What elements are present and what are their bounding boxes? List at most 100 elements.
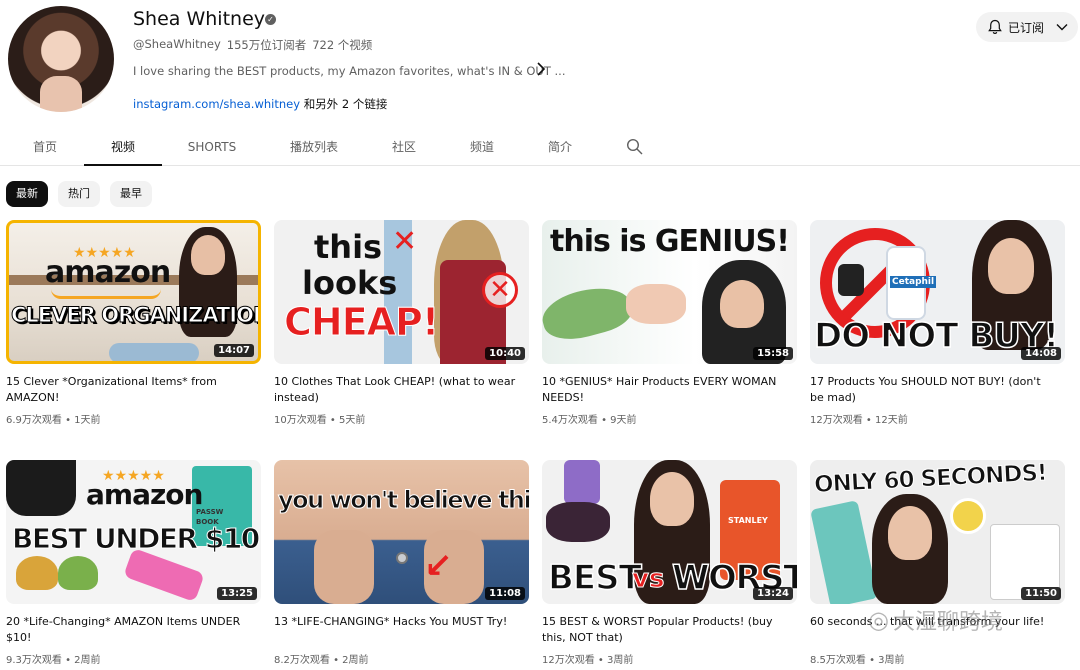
- chip-latest[interactable]: 最新: [6, 181, 48, 207]
- channel-meta: @SheaWhitney 155万位订阅者 722 个视频: [133, 37, 372, 53]
- video-duration: 11:08: [485, 587, 525, 600]
- video-meta: 8.2万次观看 • 2周前: [274, 655, 369, 666]
- watermark: ◎ 大湿聊跨境: [868, 604, 1003, 636]
- video-card[interactable]: ★★★★★ amazon CLEVER ORGANIZATION 14:07 1…: [6, 220, 261, 426]
- view-count: 12万次观看: [810, 415, 863, 426]
- video-title[interactable]: 15 Clever *Organizational Items* from AM…: [6, 374, 251, 406]
- video-thumbnail[interactable]: this is GENIUS! 15:58: [542, 220, 797, 364]
- video-count: 722 个视频: [312, 38, 373, 52]
- video-thumbnail[interactable]: STANLEY BEST vs WORST 13:24: [542, 460, 797, 604]
- video-card[interactable]: Cetaphil DO NOT BUY! 14:08 17 Products Y…: [810, 220, 1065, 426]
- video-duration: 13:24: [753, 587, 793, 600]
- thumbnail-text: amazon: [45, 255, 171, 290]
- search-icon[interactable]: [626, 138, 643, 159]
- channel-name[interactable]: Shea Whitney: [133, 8, 265, 30]
- thumbnail-text: amazon: [86, 478, 203, 511]
- tab-channels[interactable]: 频道: [460, 128, 504, 166]
- bell-icon: [988, 19, 1002, 35]
- view-count: 8.5万次观看: [810, 655, 866, 666]
- channel-avatar[interactable]: [8, 6, 114, 112]
- video-duration: 10:40: [485, 347, 525, 360]
- tab-about[interactable]: 简介: [538, 128, 582, 166]
- subscriber-count: 155万位订阅者: [226, 38, 307, 52]
- video-title[interactable]: 15 BEST & WORST Popular Products! (buy t…: [542, 614, 787, 646]
- tab-playlists[interactable]: 播放列表: [280, 128, 348, 166]
- subscribed-label: 已订阅: [1008, 20, 1045, 35]
- view-count: 5.4万次观看: [542, 415, 598, 426]
- video-title[interactable]: 20 *Life-Changing* AMAZON Items UNDER $1…: [6, 614, 251, 646]
- upload-age: 3周前: [878, 655, 905, 666]
- video-meta: 5.4万次观看 • 9天前: [542, 415, 637, 426]
- thumbnail-text: vs: [631, 564, 665, 595]
- chip-oldest[interactable]: 最早: [110, 181, 152, 207]
- upload-age: 5天前: [339, 415, 366, 426]
- thumbnail-text: BEST: [547, 557, 642, 599]
- thumbnail-text: this: [314, 228, 383, 266]
- channel-links: instagram.com/shea.whitney 和另外 2 个链接: [133, 96, 387, 112]
- upload-age: 2周前: [74, 655, 101, 666]
- upload-age: 3周前: [607, 655, 634, 666]
- wechat-icon: ◎: [868, 606, 889, 634]
- upload-age: 1天前: [74, 415, 101, 426]
- video-card[interactable]: this is GENIUS! 15:58 10 *GENIUS* Hair P…: [542, 220, 797, 426]
- instagram-link[interactable]: instagram.com/shea.whitney: [133, 97, 300, 111]
- tab-home[interactable]: 首页: [22, 128, 68, 166]
- view-count: 8.2万次观看: [274, 655, 330, 666]
- video-meta: 8.5万次观看 • 3周前: [810, 655, 905, 666]
- tab-community[interactable]: 社区: [382, 128, 426, 166]
- channel-description[interactable]: I love sharing the BEST products, my Ama…: [133, 64, 566, 78]
- video-meta: 9.3万次观看 • 2周前: [6, 655, 101, 666]
- chevron-right-icon[interactable]: [536, 62, 546, 80]
- video-duration: 14:08: [1021, 347, 1061, 360]
- thumbnail-text: Cetaphil: [890, 276, 937, 288]
- video-duration: 13:25: [217, 587, 257, 600]
- tab-videos[interactable]: 视频: [84, 128, 162, 166]
- channel-tabs: 首页 视频 SHORTS 播放列表 社区 频道 简介: [0, 128, 1080, 166]
- video-duration: 15:58: [753, 347, 793, 360]
- video-meta: 6.9万次观看 • 1天前: [6, 415, 101, 426]
- upload-age: 2周前: [342, 655, 369, 666]
- video-meta: 10万次观看 • 5天前: [274, 415, 366, 426]
- video-meta: 12万次观看 • 12天前: [810, 415, 908, 426]
- thumbnail-text: this is GENIUS!: [550, 224, 790, 259]
- video-card[interactable]: ↙ you won't believe this! 11:08 13 *LIFE…: [274, 460, 529, 666]
- channel-handle: @SheaWhitney: [133, 37, 221, 51]
- thumbnail-text: BEST UNDER $10!: [11, 522, 261, 556]
- video-thumbnail[interactable]: ONLY 60 SECONDS! 11:50: [810, 460, 1065, 604]
- video-card[interactable]: this looks CHEAP! ✕ ✕ 10:40 10 Clothes T…: [274, 220, 529, 426]
- thumbnail-text: CLEVER ORGANIZATION: [11, 303, 261, 328]
- thumbnail-text: CHEAP!: [283, 300, 439, 345]
- video-card[interactable]: STANLEY BEST vs WORST 13:24 15 BEST & WO…: [542, 460, 797, 666]
- thumbnail-text: looks: [302, 264, 398, 302]
- verified-check-icon: ✓: [265, 14, 276, 25]
- video-thumbnail[interactable]: ↙ you won't believe this! 11:08: [274, 460, 529, 604]
- video-meta: 12万次观看 • 3周前: [542, 655, 634, 666]
- video-thumbnail[interactable]: PASSW BOOK ★★★★★ amazon BEST UNDER $10! …: [6, 460, 261, 604]
- video-title[interactable]: 13 *LIFE-CHANGING* Hacks You MUST Try!: [274, 614, 519, 646]
- upload-age: 12天前: [875, 415, 908, 426]
- view-count: 12万次观看: [542, 655, 595, 666]
- more-links[interactable]: 和另外 2 个链接: [304, 97, 388, 111]
- sort-chips: 最新 热门 最早: [6, 181, 152, 207]
- video-thumbnail[interactable]: this looks CHEAP! ✕ ✕ 10:40: [274, 220, 529, 364]
- video-duration: 14:07: [214, 344, 254, 357]
- view-count: 9.3万次观看: [6, 655, 62, 666]
- video-duration: 11:50: [1021, 587, 1061, 600]
- thumbnail-text: ONLY 60 SECONDS!: [813, 460, 1048, 499]
- upload-age: 9天前: [610, 415, 637, 426]
- chevron-down-icon: [1056, 23, 1068, 31]
- thumbnail-text: you won't believe this!: [277, 486, 529, 515]
- view-count: 10万次观看: [274, 415, 327, 426]
- video-title[interactable]: 10 Clothes That Look CHEAP! (what to wea…: [274, 374, 519, 406]
- video-title[interactable]: 10 *GENIUS* Hair Products EVERY WOMAN NE…: [542, 374, 787, 406]
- video-thumbnail[interactable]: Cetaphil DO NOT BUY! 14:08: [810, 220, 1065, 364]
- watermark-text: 大湿聊跨境: [892, 610, 1003, 635]
- subscribed-button[interactable]: 已订阅: [976, 12, 1078, 42]
- video-thumbnail[interactable]: ★★★★★ amazon CLEVER ORGANIZATION 14:07: [6, 220, 261, 364]
- chip-popular[interactable]: 热门: [58, 181, 100, 207]
- tab-shorts[interactable]: SHORTS: [178, 128, 246, 166]
- thumbnail-text: STANLEY: [728, 516, 768, 525]
- view-count: 6.9万次观看: [6, 415, 62, 426]
- video-title[interactable]: 17 Products You SHOULD NOT BUY! (don't b…: [810, 374, 1055, 406]
- video-card[interactable]: PASSW BOOK ★★★★★ amazon BEST UNDER $10! …: [6, 460, 261, 666]
